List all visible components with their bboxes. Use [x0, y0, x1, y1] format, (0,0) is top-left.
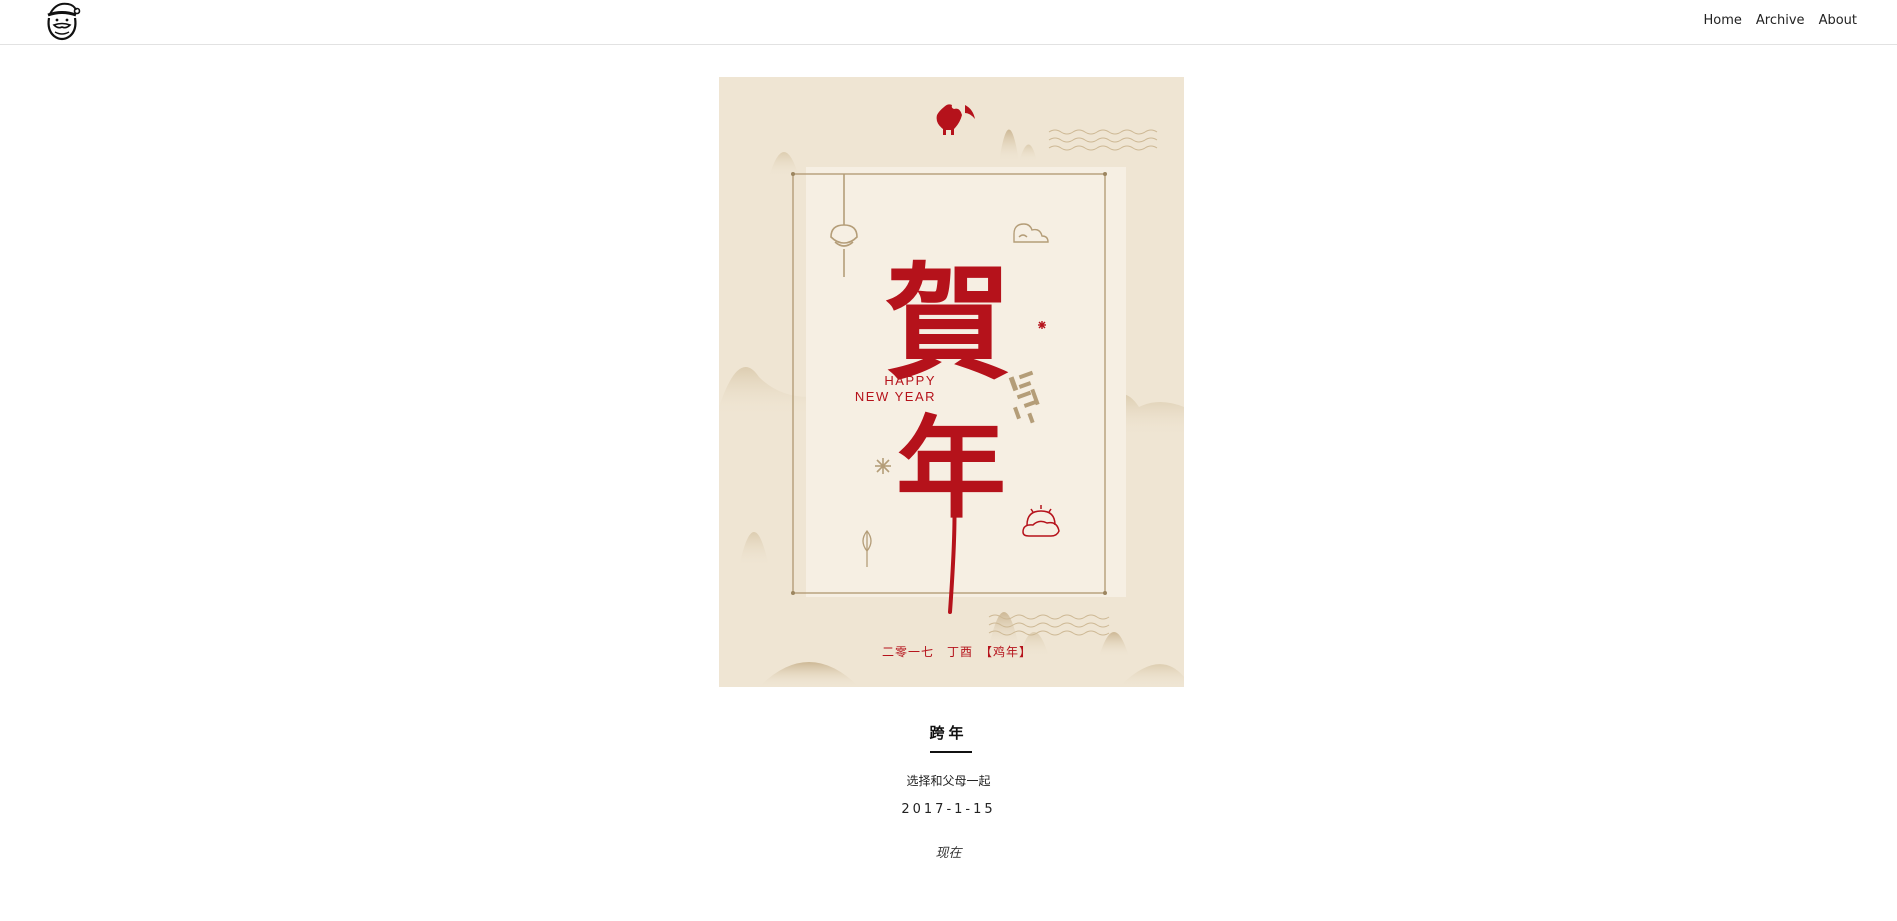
- santa-logo-icon[interactable]: [42, 0, 82, 44]
- post-date: 2017-1-15: [901, 802, 996, 817]
- flower-icon: [875, 458, 891, 474]
- poster-footer-text: 二零一七 丁酉 【鸡年】: [882, 644, 1032, 659]
- sparkle-icon: [1038, 321, 1046, 329]
- new-year-poster-image[interactable]: 賀 年 HAPPY NEW YEAR 二零一七 丁酉 【鸡年】: [719, 77, 1184, 687]
- nav-about-link[interactable]: About: [1819, 13, 1857, 28]
- happy-text: HAPPY: [884, 373, 936, 388]
- new-year-text: NEW YEAR: [855, 389, 936, 404]
- nav-home-link[interactable]: Home: [1704, 13, 1742, 28]
- main-nav: Home Archive About: [1704, 13, 1857, 28]
- post-description: 选择和父母一起: [906, 774, 991, 788]
- nav-archive-link[interactable]: Archive: [1756, 13, 1805, 28]
- top-navigation-bar: Home Archive About: [0, 0, 1897, 45]
- calligraphy-nian-character: 年: [896, 404, 1006, 533]
- post-title[interactable]: 跨年: [0, 722, 1897, 743]
- post-now-label: 现在: [935, 846, 962, 861]
- title-underline-divider: [930, 751, 972, 753]
